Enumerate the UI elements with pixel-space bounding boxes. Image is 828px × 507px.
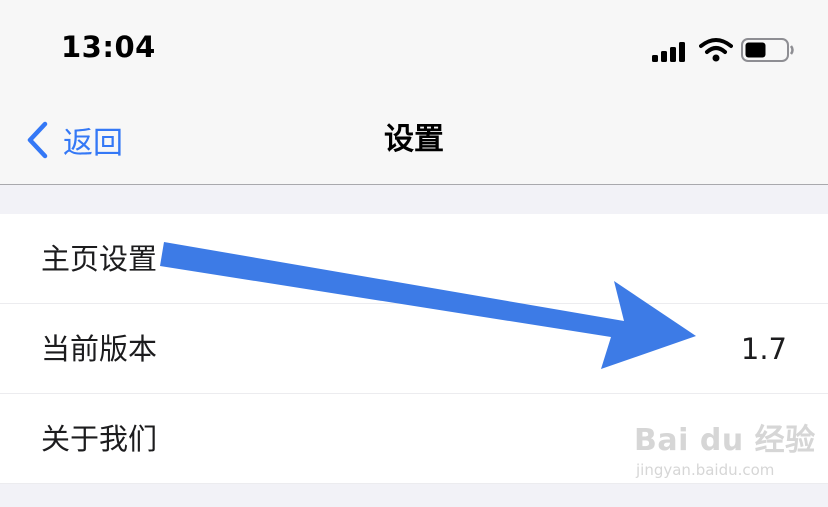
settings-row-label: 关于我们 [41,422,158,456]
settings-row-label: 当前版本 [41,332,158,366]
settings-row-version[interactable]: 当前版本 1.7 [0,304,828,394]
signal-icon [652,40,690,62]
version-value: 1.7 [740,332,787,366]
navigation-bar: 返回 设置 [0,98,828,185]
section-spacer [0,185,828,214]
watermark-url: jingyan.baidu.com [636,461,775,479]
battery-icon [741,38,794,62]
settings-row-home[interactable]: 主页设置 [0,214,828,304]
wifi-icon [699,38,733,62]
watermark: Bai du 经验 jingyan.baidu.com [634,415,816,479]
status-bar: 13:04 [0,0,828,98]
watermark-logo: Bai du 经验 [634,423,816,458]
settings-row-label: 主页设置 [41,242,158,276]
status-time: 13:04 [61,30,156,64]
page-title: 设置 [384,122,444,157]
